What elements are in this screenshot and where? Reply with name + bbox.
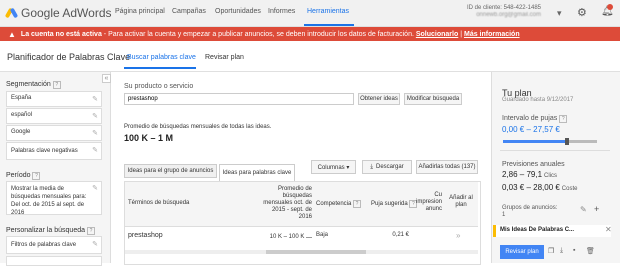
tab-keyword-ideas[interactable]: Ideas para palabras clave	[219, 164, 295, 181]
customize-section: Personalizar la búsqueda ?	[6, 227, 95, 235]
pencil-icon[interactable]: ✎	[92, 185, 98, 193]
copy-icon[interactable]: ❐	[548, 247, 554, 255]
keyword-filters[interactable]: Filtros de palabras clave ✎	[6, 236, 102, 254]
nav-home[interactable]: Página principal	[115, 8, 165, 15]
nav-opportunities[interactable]: Oportunidades	[215, 8, 261, 15]
targeting-section: Segmentación ?	[6, 81, 61, 89]
bid-range-value[interactable]: 0,00 € – 27,57 €	[502, 125, 560, 134]
columns-dropdown[interactable]: Columnas ▾	[311, 160, 356, 174]
pencil-icon[interactable]: ✎	[92, 240, 98, 250]
bid-slider-handle[interactable]	[565, 138, 569, 145]
chart-icon[interactable]	[306, 232, 312, 238]
nav-campaigns[interactable]: Campañas	[172, 8, 206, 15]
keyword-options[interactable]	[6, 256, 102, 266]
fix-link[interactable]: Solucionarlo	[416, 31, 458, 38]
adwords-logo[interactable]: Google AdWords	[4, 6, 112, 20]
ad-groups-label: Grupos de anuncios: 1	[502, 205, 558, 218]
bid-range-label: Intervalo de pujas ?	[502, 115, 568, 123]
nav-active-indicator	[304, 24, 354, 26]
avg-searches-label: Promedio de búsquedas mensuales de todas…	[124, 124, 272, 130]
more-info-link[interactable]: Más información	[464, 31, 520, 38]
nav-reports[interactable]: Informes	[268, 8, 295, 15]
review-plan-button[interactable]: Revisar plan	[500, 245, 544, 259]
modify-search-button[interactable]: Modificar búsqueda	[404, 93, 462, 105]
targeting-location[interactable]: España ✎	[6, 91, 102, 107]
header-avg-searches[interactable]: Promedio de búsquedas mensuales oct. de …	[262, 186, 312, 221]
add-to-plan-button[interactable]: »	[456, 231, 460, 240]
nav-tools[interactable]: Herramientas	[307, 8, 349, 15]
logo-text: Google AdWords	[21, 6, 112, 20]
help-icon[interactable]: ?	[353, 200, 362, 208]
pencil-icon[interactable]: ✎	[92, 146, 98, 154]
help-icon[interactable]: ?	[52, 81, 61, 89]
save-icon[interactable]: ▪	[573, 247, 575, 254]
targeting-language[interactable]: español ✎	[6, 108, 102, 124]
gear-icon[interactable]: ⚙	[577, 6, 587, 19]
header-add-to-plan: Añadir al plan	[449, 195, 473, 208]
row-competition: Baja	[316, 232, 329, 238]
scrollbar-thumb[interactable]	[266, 250, 366, 254]
tab-search-keywords[interactable]: Buscar palabras clave	[127, 54, 196, 61]
tab-active-indicator	[124, 67, 196, 69]
tab-adgroup-ideas[interactable]: Ideas para el grupo de anuncios	[124, 164, 217, 178]
pencil-icon[interactable]: ✎	[92, 95, 98, 103]
client-id[interactable]: ID de cliente: 548-422-1485 onnewb.org@g…	[467, 5, 541, 19]
header-search-terms[interactable]: Términos de búsqueda	[128, 200, 189, 206]
row-avg-searches: 10 K – 100 K	[262, 232, 312, 240]
plan-adgroup-name: Mis Ideas De Palabras C...	[500, 227, 575, 233]
warning-icon: ▲	[8, 29, 16, 39]
get-ideas-button[interactable]: Obtener ideas	[358, 93, 400, 105]
help-icon[interactable]: ?	[32, 172, 41, 180]
period-section: Período ?	[6, 172, 41, 180]
plan-saved: Guardado hasta 9/12/2017	[502, 97, 574, 103]
edit-icon[interactable]: ✎	[580, 205, 587, 214]
alert-text: - Para activar la cuenta y empezar a pub…	[101, 30, 416, 38]
projections-label: Previsiones anuales	[502, 161, 565, 168]
period-selector[interactable]: Mostrar la media de búsquedas mensuales …	[6, 181, 102, 216]
cost-projection: 0,03 € – 28,00 € Coste	[502, 183, 578, 192]
add-icon[interactable]: +	[594, 204, 599, 214]
row-suggested-bid: 0,21 €	[392, 232, 409, 238]
notification-badge	[607, 4, 613, 10]
bid-slider-fill	[503, 140, 567, 143]
help-icon[interactable]: ?	[559, 115, 568, 123]
divider	[500, 150, 610, 151]
trash-icon[interactable]: 🗑︎	[586, 247, 595, 255]
caret-down-icon[interactable]: ▾	[557, 8, 562, 19]
alert-banner: ▲ La cuenta no está activa - Para activa…	[0, 27, 620, 41]
close-icon[interactable]: ✕	[605, 225, 612, 234]
download-icon: ⤓	[370, 163, 373, 170]
page-title: Planificador de Palabras Clave	[7, 52, 131, 62]
header-competition[interactable]: Competencia ?	[316, 200, 362, 208]
header-impression-share[interactable]: Cu impresion anunc	[416, 192, 442, 213]
targeting-network[interactable]: Google ✎	[6, 125, 102, 141]
download-button[interactable]: ⤓ Descargar	[362, 160, 412, 174]
header-suggested-bid[interactable]: Puja sugerida ?	[371, 200, 418, 208]
negative-keywords[interactable]: Palabras clave negativas ✎	[6, 142, 102, 160]
adwords-logo-icon	[4, 7, 19, 19]
download-icon[interactable]: ⤓	[560, 247, 563, 255]
add-all-button[interactable]: Añadirlas todas (137)	[416, 160, 478, 174]
product-label: Su producto o servicio	[124, 83, 194, 90]
help-icon[interactable]: ?	[86, 227, 95, 235]
pencil-icon[interactable]: ✎	[92, 112, 98, 120]
product-input[interactable]	[124, 93, 354, 105]
alert-title: La cuenta no está activa	[20, 30, 102, 38]
avg-searches-value: 100 K – 1 M	[124, 133, 174, 143]
pencil-icon[interactable]: ✎	[92, 129, 98, 137]
tab-review-plan[interactable]: Revisar plan	[205, 54, 244, 61]
client-email: onnewb.org@gmail.com	[476, 12, 541, 18]
clicks-projection: 2,86 – 79,1 Clics	[502, 170, 557, 179]
row-term: prestashop	[128, 232, 163, 239]
collapse-button[interactable]: «	[102, 74, 111, 83]
